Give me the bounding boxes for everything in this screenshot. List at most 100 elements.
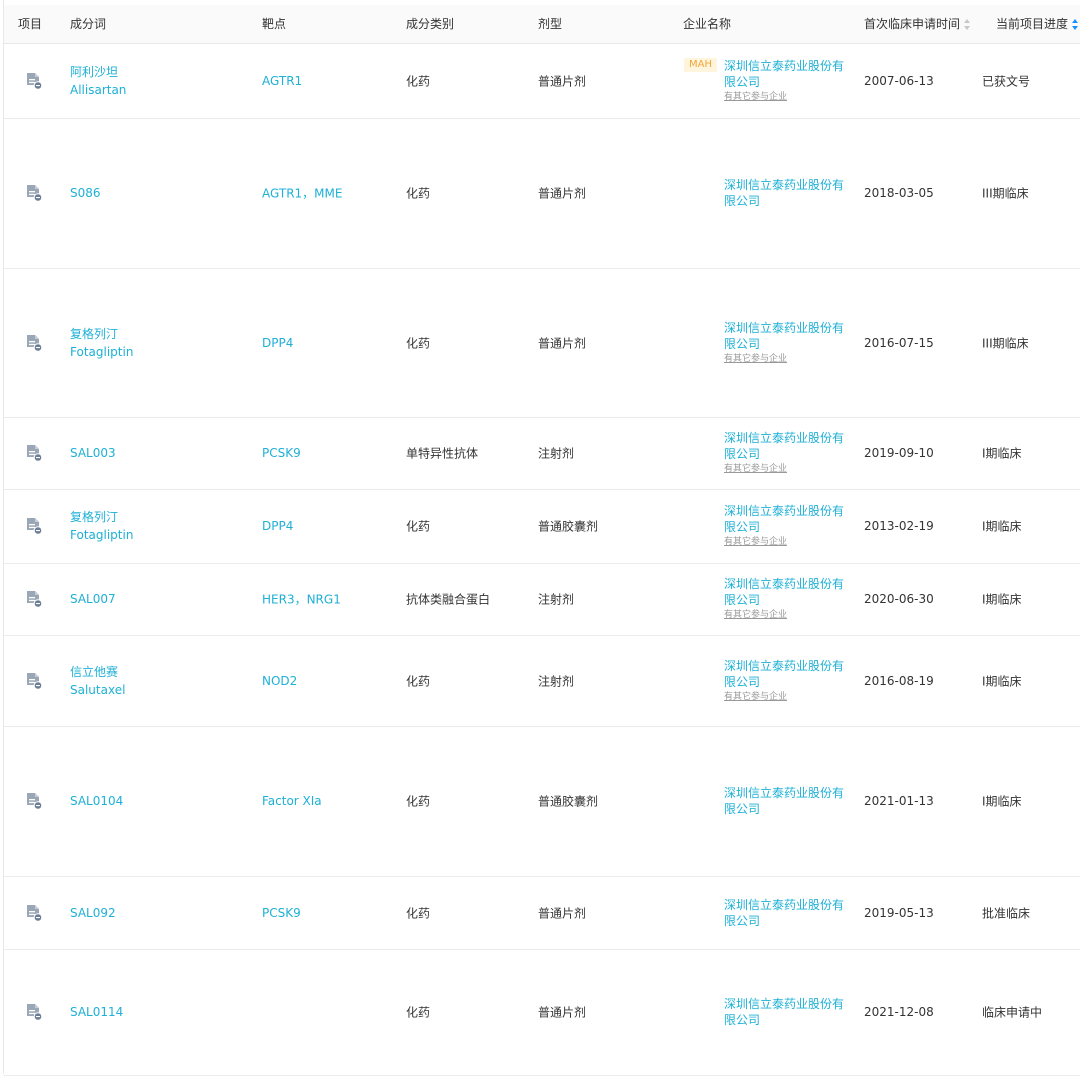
- other-companies-link[interactable]: 有其它参与企业: [724, 90, 844, 104]
- company-line-1: 深圳信立泰药业股份有: [724, 997, 845, 1011]
- pipeline-table: 项目 成分词 靶点 成分类别 剂型 企业名称 首次临床申请时间 当前项目进度 阿…: [0, 0, 1080, 1076]
- company-cell: 深圳信立泰药业股份有 限公司 有其它参与企业: [724, 58, 844, 104]
- ingredient-link[interactable]: SAL003: [70, 446, 116, 460]
- ingredient-cn: 复格列汀: [70, 510, 119, 524]
- company-line-2: 限公司: [724, 593, 761, 607]
- other-companies-link[interactable]: 有其它参与企业: [724, 608, 844, 622]
- company-link[interactable]: 深圳信立泰药业股份有 限公司: [724, 503, 844, 535]
- target-link[interactable]: Factor XIa: [262, 794, 322, 808]
- document-icon[interactable]: [26, 904, 42, 922]
- company-cell: 深圳信立泰药业股份有 限公司: [724, 177, 844, 209]
- company-link[interactable]: 深圳信立泰药业股份有 限公司: [724, 897, 844, 929]
- company-line-1: 深圳信立泰药业股份有: [724, 786, 845, 800]
- company-line-2: 限公司: [724, 447, 761, 461]
- ingredient-en: Salutaxel: [70, 683, 126, 697]
- dosage-form-cell: 注射剂: [538, 592, 575, 607]
- company-link[interactable]: 深圳信立泰药业股份有 限公司: [724, 177, 844, 209]
- document-icon[interactable]: [26, 444, 42, 462]
- other-companies-link[interactable]: 有其它参与企业: [724, 462, 844, 476]
- dosage-form-cell: 普通胶囊剂: [538, 794, 599, 809]
- col-first-clinical-date[interactable]: 首次临床申请时间: [864, 17, 971, 31]
- ingredient-link[interactable]: SAL007: [70, 592, 116, 606]
- company-link[interactable]: 深圳信立泰药业股份有 限公司: [724, 320, 844, 352]
- target-link[interactable]: DPP4: [262, 519, 293, 533]
- company-line-1: 深圳信立泰药业股份有: [724, 431, 845, 445]
- company-link[interactable]: 深圳信立泰药业股份有 限公司: [724, 430, 844, 462]
- document-icon[interactable]: [26, 792, 42, 810]
- col-project: 项目: [18, 17, 43, 31]
- dosage-form-cell: 普通片剂: [538, 1005, 587, 1020]
- ingredient-en: Fotagliptin: [70, 528, 134, 542]
- company-line-1: 深圳信立泰药业股份有: [724, 577, 845, 591]
- category-cell: 化药: [406, 906, 431, 921]
- document-icon[interactable]: [26, 1003, 42, 1021]
- current-stage-cell: I期临床: [982, 446, 1022, 461]
- company-line-1: 深圳信立泰药业股份有: [724, 178, 845, 192]
- target-link[interactable]: PCSK9: [262, 446, 301, 460]
- company-link[interactable]: 深圳信立泰药业股份有 限公司: [724, 58, 844, 90]
- company-link[interactable]: 深圳信立泰药业股份有 限公司: [724, 996, 844, 1028]
- document-icon[interactable]: [26, 590, 42, 608]
- target-link[interactable]: AGTR1，MME: [262, 185, 342, 202]
- col-dosage-form: 剂型: [538, 17, 563, 31]
- ingredient-cn: 复格列汀: [70, 327, 119, 341]
- ingredient-link[interactable]: SAL0114: [70, 1005, 123, 1019]
- current-stage-cell: 临床申请中: [982, 1005, 1043, 1020]
- ingredient-link[interactable]: 信立他赛 Salutaxel: [70, 663, 125, 699]
- document-icon[interactable]: [26, 72, 42, 90]
- category-cell: 化药: [406, 1005, 431, 1020]
- target-link[interactable]: HER3，NRG1: [262, 591, 341, 608]
- document-icon[interactable]: [26, 184, 42, 202]
- dosage-form-cell: 注射剂: [538, 674, 575, 689]
- category-cell: 单特异性抗体: [406, 446, 479, 461]
- table-row: 复格列汀 Fotagliptin DPP4 化药 普通片剂 深圳信立泰药业股份有限…: [4, 268, 1080, 418]
- ingredient-link[interactable]: 阿利沙坦 Allisartan: [70, 63, 126, 99]
- company-link[interactable]: 深圳信立泰药业股份有 限公司: [724, 576, 844, 608]
- ingredient-link[interactable]: S086: [70, 186, 101, 200]
- ingredient-link[interactable]: 复格列汀 Fotagliptin: [70, 508, 133, 544]
- dosage-form-cell: 普通片剂: [538, 336, 587, 351]
- category-cell: 化药: [406, 519, 431, 534]
- col-target: 靶点: [262, 17, 287, 31]
- target-link[interactable]: AGTR1: [262, 74, 302, 88]
- table-row: SAL0114 化药 普通片剂 深圳信立泰药业股份有 限公司 2021-12-08…: [4, 949, 1080, 1076]
- company-cell: 深圳信立泰药业股份有 限公司 有其它参与企业: [724, 576, 844, 622]
- current-stage-cell: I期临床: [982, 519, 1022, 534]
- target-link[interactable]: NOD2: [262, 674, 297, 688]
- company-line-2: 限公司: [724, 337, 761, 351]
- sort-icon[interactable]: [964, 18, 971, 31]
- table-header: 项目 成分词 靶点 成分类别 剂型 企业名称 首次临床申请时间 当前项目进度: [4, 5, 1080, 44]
- document-icon[interactable]: [26, 334, 42, 352]
- document-icon[interactable]: [26, 517, 42, 535]
- ingredient-link[interactable]: SAL0104: [70, 794, 123, 808]
- dosage-form-cell: 普通片剂: [538, 906, 587, 921]
- col-ingredient: 成分词: [70, 17, 107, 31]
- col-current-stage-label: 当前项目进度: [996, 17, 1069, 31]
- document-icon[interactable]: [26, 672, 42, 690]
- other-companies-link[interactable]: 有其它参与企业: [724, 352, 844, 366]
- company-link[interactable]: 深圳信立泰药业股份有 限公司: [724, 658, 844, 690]
- current-stage-cell: I期临床: [982, 592, 1022, 607]
- sort-icon-active[interactable]: [1072, 18, 1079, 31]
- ingredient-en: Allisartan: [70, 83, 127, 97]
- dosage-form-cell: 普通片剂: [538, 74, 587, 89]
- first-clinical-date-cell: 2016-08-19: [864, 674, 934, 688]
- ingredient-link[interactable]: 复格列汀 Fotagliptin: [70, 325, 133, 361]
- other-companies-link[interactable]: 有其它参与企业: [724, 535, 844, 549]
- first-clinical-date-cell: 2020-06-30: [864, 592, 934, 606]
- company-line-1: 深圳信立泰药业股份有: [724, 659, 845, 673]
- col-current-stage[interactable]: 当前项目进度: [996, 17, 1079, 31]
- ingredient-link[interactable]: SAL092: [70, 906, 116, 920]
- dosage-form-cell: 普通胶囊剂: [538, 519, 599, 534]
- table-row: S086 AGTR1，MME 化药 普通片剂 深圳信立泰药业股份有 限公司 201…: [4, 118, 1080, 269]
- target-link[interactable]: PCSK9: [262, 906, 301, 920]
- company-cell: 深圳信立泰药业股份有 限公司: [724, 897, 844, 929]
- category-cell: 抗体类融合蛋白: [406, 592, 491, 607]
- other-companies-link[interactable]: 有其它参与企业: [724, 690, 844, 704]
- company-cell: 深圳信立泰药业股份有 限公司 有其它参与企业: [724, 320, 844, 366]
- target-link[interactable]: DPP4: [262, 336, 293, 350]
- table-row: SAL007 HER3，NRG1 抗体类融合蛋白 注射剂 深圳信立泰药业股份有限…: [4, 563, 1080, 636]
- company-line-2: 限公司: [724, 914, 761, 928]
- current-stage-cell: I期临床: [982, 794, 1022, 809]
- company-link[interactable]: 深圳信立泰药业股份有 限公司: [724, 785, 844, 817]
